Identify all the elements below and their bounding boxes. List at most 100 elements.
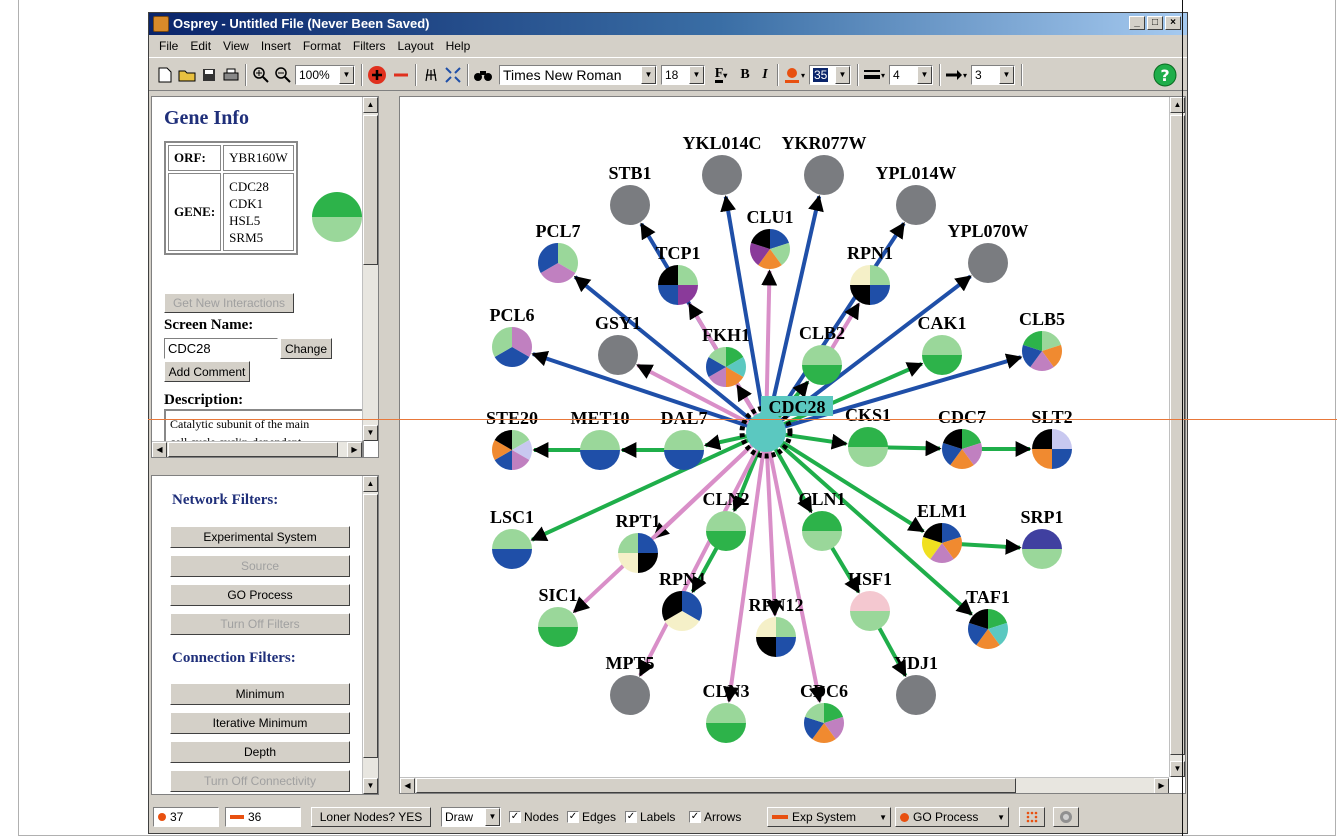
node-met10[interactable] — [580, 430, 620, 470]
new-file-icon[interactable] — [155, 65, 175, 85]
node-sic1[interactable] — [538, 607, 578, 647]
node-cln2[interactable] — [706, 511, 746, 551]
network-canvas[interactable]: YKL014C YKR077W STB1 YPL014W CLU1 PCL7 TCP1 RPN… — [399, 96, 1186, 794]
node-hsf1[interactable] — [850, 591, 890, 631]
line-width-select[interactable]: 4 ▼ — [889, 65, 933, 85]
node-clb5[interactable] — [1022, 331, 1062, 371]
labels-checkbox[interactable]: ✓ Labels — [625, 807, 675, 827]
node-clb2[interactable] — [802, 345, 842, 385]
loner-nodes-button[interactable]: Loner Nodes? YES — [311, 807, 431, 827]
menu-layout[interactable]: Layout — [392, 39, 440, 53]
get-new-interactions-button[interactable]: Get New Interactions — [164, 293, 294, 313]
screen-name-input[interactable]: CDC28 — [164, 338, 278, 359]
add-comment-button[interactable]: Add Comment — [164, 361, 250, 382]
close-button[interactable]: × — [1165, 16, 1181, 30]
scroll-right-icon[interactable]: ▶ — [347, 442, 362, 457]
node-slt2[interactable] — [1032, 429, 1072, 469]
bold-button[interactable]: B — [735, 65, 755, 85]
gene-info-hscroll[interactable]: ◀ ▶ — [152, 441, 362, 457]
menu-filters[interactable]: Filters — [347, 39, 392, 53]
add-node-icon[interactable] — [367, 65, 387, 85]
node-color-by-select[interactable]: GO Process ▼ — [895, 807, 1009, 827]
crosshair-icon[interactable] — [421, 65, 441, 85]
node-ste20[interactable] — [492, 430, 532, 470]
zoom-in-icon[interactable] — [251, 65, 271, 85]
node-cks1[interactable] — [848, 427, 888, 467]
menu-view[interactable]: View — [217, 39, 255, 53]
zoom-select[interactable]: 100% ▼ — [295, 65, 355, 85]
edge-clu1[interactable] — [761, 269, 778, 415]
minimum-button[interactable]: Minimum — [170, 683, 350, 705]
node-cln1[interactable] — [802, 511, 842, 551]
node-lsc1[interactable] — [492, 529, 532, 569]
node-mpt5[interactable] — [610, 675, 650, 715]
node-elm1[interactable] — [922, 523, 962, 563]
scroll-up-icon[interactable]: ▲ — [363, 476, 378, 492]
node-size-select[interactable]: 35 ▼ — [809, 65, 851, 85]
edge-cln3[interactable] — [723, 449, 766, 703]
scroll-thumb[interactable] — [363, 115, 378, 265]
mode-select[interactable]: Draw ▼ — [441, 807, 501, 827]
save-icon[interactable] — [199, 65, 219, 85]
remove-node-icon[interactable] — [391, 65, 411, 85]
iterative-minimum-button[interactable]: Iterative Minimum — [170, 712, 350, 734]
minimize-button[interactable]: _ — [1129, 16, 1145, 30]
experimental-system-button[interactable]: Experimental System — [170, 526, 350, 548]
canvas-hscroll[interactable]: ◀ ▶ — [400, 777, 1169, 793]
gene-info-vscroll[interactable]: ▲ ▼ — [362, 97, 378, 441]
arrows-checkbox[interactable]: ✓ Arrows — [689, 807, 741, 827]
change-button[interactable]: Change — [280, 338, 332, 359]
go-process-button[interactable]: GO Process — [170, 584, 350, 606]
depth-button[interactable]: Depth — [170, 741, 350, 763]
menu-format[interactable]: Format — [297, 39, 347, 53]
scroll-right-icon[interactable]: ▶ — [1154, 778, 1169, 793]
scroll-left-icon[interactable]: ◀ — [152, 442, 167, 457]
arrow-size-select[interactable]: 3 ▼ — [971, 65, 1015, 85]
scroll-thumb[interactable] — [363, 494, 378, 758]
menu-file[interactable]: File — [153, 39, 184, 53]
fit-icon[interactable] — [443, 65, 463, 85]
node-rpt1[interactable] — [618, 533, 658, 573]
edge-cks1[interactable] — [783, 432, 848, 450]
dots-layout-icon[interactable] — [1019, 807, 1045, 827]
zoom-out-icon[interactable] — [273, 65, 293, 85]
stop-icon[interactable] — [1053, 807, 1079, 827]
edges-checkbox[interactable]: ✓ Edges — [567, 807, 616, 827]
font-size-select[interactable]: 18 ▼ — [661, 65, 705, 85]
filters-vscroll[interactable]: ▲ ▼ — [362, 476, 378, 794]
node-rpn4[interactable] — [662, 591, 702, 631]
node-srp1[interactable] — [1022, 529, 1062, 569]
scroll-up-icon[interactable]: ▲ — [363, 97, 378, 113]
node-gsy1[interactable] — [598, 335, 638, 375]
scroll-left-icon[interactable]: ◀ — [400, 778, 415, 793]
arrow-size-icon[interactable]: ▾ — [943, 65, 969, 85]
menu-help[interactable]: Help — [440, 39, 477, 53]
open-folder-icon[interactable] — [177, 65, 197, 85]
nodes-checkbox[interactable]: ✓ Nodes — [509, 807, 559, 827]
scroll-down-icon[interactable]: ▼ — [363, 778, 378, 794]
source-button[interactable]: Source — [170, 555, 350, 577]
help-icon[interactable]: ? — [1153, 62, 1177, 88]
node-clu1[interactable] — [750, 229, 790, 269]
node-tcp1[interactable] — [658, 265, 698, 305]
node-pcl6[interactable] — [492, 327, 532, 367]
node-cln3[interactable] — [706, 703, 746, 743]
menu-edit[interactable]: Edit — [184, 39, 217, 53]
edge-cdc6[interactable] — [767, 449, 825, 703]
scroll-down-icon[interactable]: ▼ — [363, 425, 378, 441]
italic-button[interactable]: I — [755, 65, 775, 85]
node-taf1[interactable] — [968, 609, 1008, 649]
node-ykl014c[interactable] — [702, 155, 742, 195]
node-color-icon[interactable]: ▾ — [781, 65, 807, 85]
node-pcl7[interactable] — [538, 243, 578, 283]
edge-color-by-select[interactable]: Exp System ▼ — [767, 807, 891, 827]
network-graph[interactable]: YKL014C YKR077W STB1 YPL014W CLU1 PCL7 TCP1 RPN… — [400, 97, 1186, 794]
maximize-button[interactable]: □ — [1147, 16, 1163, 30]
node-cdc7[interactable] — [942, 429, 982, 469]
node-stb1[interactable] — [610, 185, 650, 225]
line-width-icon[interactable]: ▾ — [861, 65, 887, 85]
title-bar[interactable]: Osprey - Untitled File (Never Been Saved… — [149, 13, 1187, 35]
font-family-select[interactable]: Times New Roman ▼ — [499, 65, 657, 85]
scroll-thumb[interactable] — [168, 442, 338, 457]
node-cdc6[interactable] — [804, 703, 844, 744]
